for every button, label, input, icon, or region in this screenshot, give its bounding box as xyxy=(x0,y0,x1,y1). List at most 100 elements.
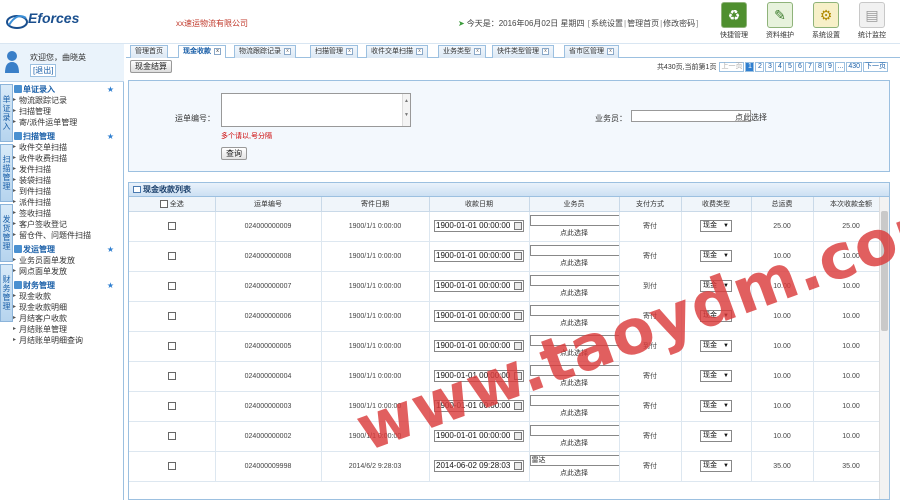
receive-date-input[interactable]: 1900-01-01 00:00:00 xyxy=(434,430,524,442)
stats-monitor-button[interactable]: ▤ 统计监控 xyxy=(850,2,894,42)
menu-item[interactable]: 留仓件、问题件扫描 xyxy=(13,230,122,241)
salesman-cell-input[interactable]: 雷达 xyxy=(529,454,618,466)
menu-item[interactable]: 收件收费扫描 xyxy=(13,153,122,164)
close-icon[interactable]: x xyxy=(346,47,353,55)
row-checkbox[interactable] xyxy=(167,282,176,290)
next-page-button[interactable]: 下一页 xyxy=(863,62,888,72)
grid-scrollbar[interactable] xyxy=(879,197,889,499)
receive-date-input[interactable]: 2014-06-02 09:28:03 xyxy=(434,460,524,472)
query-button[interactable]: 查询 xyxy=(221,147,247,160)
menu-item[interactable]: 寄/派件运单管理 xyxy=(13,117,122,128)
salesman-cell-input[interactable] xyxy=(529,334,618,346)
salesman-pick-link[interactable]: 点此选择 xyxy=(530,468,619,478)
change-password-link[interactable]: 修改密码 xyxy=(663,19,695,28)
eforces-logo[interactable]: Eforces xyxy=(6,8,94,34)
receive-date-input[interactable]: 1900-01-01 00:00:00 xyxy=(434,280,524,292)
fee-type-select[interactable]: 现金 ▼ xyxy=(700,340,732,352)
select-all-checkbox[interactable] xyxy=(159,199,168,208)
menu-item[interactable]: 发件扫描 xyxy=(13,164,122,175)
row-checkbox[interactable] xyxy=(167,342,176,350)
calendar-icon[interactable] xyxy=(514,372,522,380)
salesman-cell-input[interactable] xyxy=(529,364,618,376)
salesman-cell-input[interactable] xyxy=(529,214,618,226)
tab-admin-home[interactable]: 管理首页 xyxy=(130,45,168,58)
salesman-pick-link[interactable]: 点此选择 xyxy=(530,438,619,448)
close-icon[interactable]: x xyxy=(284,47,291,55)
menu-item[interactable]: 扫描管理 xyxy=(13,106,122,117)
page-button[interactable]: 4 xyxy=(775,62,785,72)
salesman-pick-link[interactable]: 点此选择 xyxy=(530,288,619,298)
close-icon[interactable]: x xyxy=(416,47,423,55)
fee-type-select[interactable]: 现金 ▼ xyxy=(700,460,732,472)
row-checkbox[interactable] xyxy=(167,432,176,440)
receive-date-input[interactable]: 1900-01-01 00:00:00 xyxy=(434,370,524,382)
receive-date-input[interactable]: 1900-01-01 00:00:00 xyxy=(434,220,524,232)
salesman-input[interactable] xyxy=(631,110,751,122)
fee-type-select[interactable]: 现金 ▼ xyxy=(700,280,732,292)
calendar-icon[interactable] xyxy=(514,252,522,260)
receive-date-input[interactable]: 1900-01-01 00:00:00 xyxy=(434,310,524,322)
page-button[interactable]: 2 xyxy=(755,62,765,72)
menu-item[interactable]: 月结账单明细查询 xyxy=(13,335,122,346)
tab-scan-manage[interactable]: 扫描管理 x xyxy=(310,45,358,58)
salesman-pick-link[interactable]: 点此选择 xyxy=(530,348,619,358)
calendar-icon[interactable] xyxy=(514,222,522,230)
menu-group-title[interactable]: 发运管理 ★ xyxy=(14,244,122,255)
menu-group-title[interactable]: 扫描管理 ★ xyxy=(14,131,122,142)
page-button[interactable]: 430 xyxy=(846,62,862,72)
page-button[interactable]: 1 xyxy=(745,62,755,72)
fee-type-select[interactable]: 现金 ▼ xyxy=(700,310,732,322)
vtab-scan[interactable]: 扫描管理 xyxy=(0,144,13,202)
menu-group-title[interactable]: 单证录入 ★ xyxy=(14,84,122,95)
salesman-pick-link[interactable]: 点此选择 xyxy=(530,378,619,388)
menu-item[interactable]: 签收扫描 xyxy=(13,208,122,219)
salesman-cell-input[interactable] xyxy=(529,244,618,256)
calendar-icon[interactable] xyxy=(514,402,522,410)
salesman-cell-input[interactable] xyxy=(529,274,618,286)
menu-item[interactable]: 月结客户收款 xyxy=(13,313,122,324)
logout-link[interactable]: [退出] xyxy=(30,64,57,77)
menu-item[interactable]: 物流跟踪记录 xyxy=(13,95,122,106)
page-button[interactable]: 9 xyxy=(825,62,835,72)
vtab-entry[interactable]: 单证录入 xyxy=(0,84,13,142)
row-checkbox[interactable] xyxy=(167,462,176,470)
salesman-pick-link[interactable]: 点此选择 xyxy=(530,318,619,328)
salesman-pick-link[interactable]: 点此选择 xyxy=(530,228,619,238)
textarea-scrollbar[interactable]: ▲ ▼ xyxy=(402,94,410,126)
fee-type-select[interactable]: 现金 ▼ xyxy=(700,400,732,412)
menu-item[interactable]: 业务员面单发放 xyxy=(13,255,122,266)
select-all-header[interactable]: 全选 xyxy=(129,197,216,212)
row-checkbox[interactable] xyxy=(167,312,176,320)
page-button[interactable]: 8 xyxy=(815,62,825,72)
page-button[interactable]: 3 xyxy=(765,62,775,72)
menu-item[interactable]: 到件扫描 xyxy=(13,186,122,197)
salesman-cell-input[interactable] xyxy=(529,394,618,406)
vtab-dispatch[interactable]: 发货管理 xyxy=(0,204,13,262)
system-settings-button[interactable]: ⚙ 系统设置 xyxy=(804,2,848,42)
menu-item[interactable]: 月结账单管理 xyxy=(13,324,122,335)
menu-item[interactable]: 装袋扫描 xyxy=(13,175,122,186)
scrollbar-thumb[interactable] xyxy=(881,211,888,331)
quick-manage-button[interactable]: ♻ 快捷管理 xyxy=(712,2,756,42)
salesman-cell-input[interactable] xyxy=(529,304,618,316)
page-button[interactable]: 6 xyxy=(795,62,805,72)
salesman-pick-link[interactable]: 点此选择 xyxy=(530,258,619,268)
salesman-pick-link[interactable]: 点此选择 xyxy=(735,112,767,123)
tab-express-type[interactable]: 快件类型管理 x xyxy=(492,45,554,58)
menu-item[interactable]: 网点面单发放 xyxy=(13,266,122,277)
close-icon[interactable]: x xyxy=(542,47,549,55)
row-checkbox[interactable] xyxy=(167,252,176,260)
calendar-icon[interactable] xyxy=(514,432,522,440)
menu-item[interactable]: 派件扫描 xyxy=(13,197,122,208)
salesman-pick-link[interactable]: 点此选择 xyxy=(530,408,619,418)
tab-tracking[interactable]: 物流跟踪记录 x xyxy=(234,45,296,58)
vtab-finance[interactable]: 财务管理 xyxy=(0,264,13,322)
salesman-cell-input[interactable] xyxy=(529,424,618,436)
waybill-textarea[interactable]: ▲ ▼ xyxy=(221,93,411,127)
calendar-icon[interactable] xyxy=(514,342,522,350)
fee-type-select[interactable]: 现金 ▼ xyxy=(700,250,732,262)
fee-type-select[interactable]: 现金 ▼ xyxy=(700,370,732,382)
fee-type-select[interactable]: 现金 ▼ xyxy=(700,220,732,232)
cash-settle-button[interactable]: 现金结算 xyxy=(130,60,172,73)
data-maintain-button[interactable]: ✎ 资料维护 xyxy=(758,2,802,42)
